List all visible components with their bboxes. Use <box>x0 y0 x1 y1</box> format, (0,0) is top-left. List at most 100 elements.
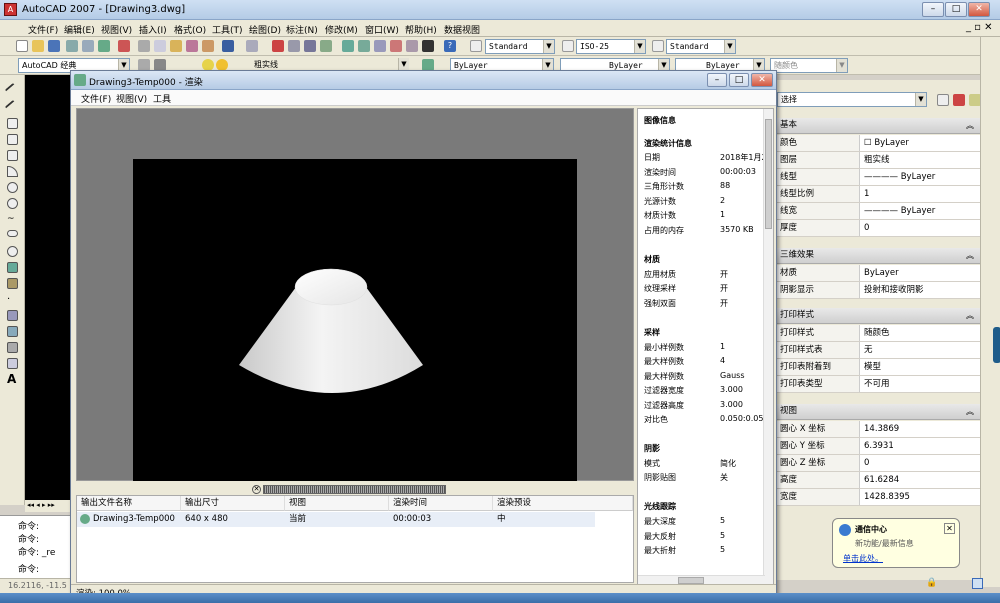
prop-row[interactable]: 打印表附着到 模型 <box>777 359 980 376</box>
menu-edit[interactable]: 编辑(E) <box>64 23 95 36</box>
menu-draw[interactable]: 绘图(D) <box>249 23 281 36</box>
collapse-icon[interactable]: ︽ <box>966 308 974 323</box>
col-header[interactable]: 渲染时间 <box>389 496 493 511</box>
zoom-previous-icon[interactable] <box>320 40 332 52</box>
match-prop-icon[interactable] <box>186 40 198 52</box>
prop-row[interactable]: 打印表类型 不可用 <box>777 376 980 393</box>
insert-block-icon[interactable] <box>7 262 18 273</box>
layout-tabs[interactable]: ◂◂ ◂ ▸ ▸▸ <box>25 500 75 512</box>
prop-row[interactable]: 圆心 X 坐标 14.3869 <box>777 421 980 438</box>
render-minimize-button[interactable]: – <box>707 73 727 87</box>
doc-minimize-icon[interactable]: _ ▫ ✕ <box>966 22 993 33</box>
prop-row[interactable]: 线宽 ———— ByLayer <box>777 203 980 220</box>
polyline-icon[interactable] <box>7 118 18 129</box>
point-icon[interactable]: · <box>7 294 18 305</box>
section-general[interactable]: 基本 ︽ <box>777 118 980 134</box>
text-style-select[interactable]: Standard ▼ <box>485 39 555 54</box>
command-prompt[interactable]: 命令: <box>18 562 39 575</box>
collapse-icon[interactable]: ︽ <box>966 118 974 133</box>
construction-line-icon[interactable] <box>4 99 21 116</box>
menu-help[interactable]: 帮助(H) <box>405 23 437 36</box>
gradient-icon[interactable] <box>7 326 18 337</box>
markup-icon[interactable] <box>406 40 418 52</box>
prop-row[interactable]: 颜色 ☐ ByLayer <box>777 135 980 152</box>
collapse-icon[interactable]: ︽ <box>966 404 974 419</box>
prop-row[interactable]: 宽度 1428.8395 <box>777 489 980 506</box>
make-block-icon[interactable] <box>7 278 18 289</box>
lock-icon[interactable]: 🔒 <box>926 578 937 588</box>
prop-row[interactable]: 厚度 0 <box>777 220 980 237</box>
design-center-icon[interactable] <box>358 40 370 52</box>
render-maximize-button[interactable]: □ <box>729 73 749 87</box>
info-scrollbar[interactable] <box>763 109 773 585</box>
notification-link[interactable]: 单击此处。 <box>843 553 883 564</box>
cancel-render-icon[interactable]: ✕ <box>252 485 261 494</box>
menu-window[interactable]: 窗口(W) <box>365 23 399 36</box>
open-icon[interactable] <box>32 40 44 52</box>
section-plotstyle[interactable]: 打印样式 ︽ <box>777 308 980 324</box>
table-style-select[interactable]: Standard ▼ <box>666 39 736 54</box>
properties-icon[interactable] <box>342 40 354 52</box>
prop-row[interactable]: 圆心 Y 坐标 6.3931 <box>777 438 980 455</box>
menu-tools[interactable]: 工具(T) <box>212 23 243 36</box>
revcloud-icon[interactable] <box>7 198 18 209</box>
menu-dataview[interactable]: 数据视图 <box>444 23 480 36</box>
arc-icon[interactable] <box>7 166 18 177</box>
col-header[interactable]: 输出文件名称 <box>77 496 181 511</box>
menu-format[interactable]: 格式(O) <box>174 23 206 36</box>
block-editor-icon[interactable] <box>202 40 214 52</box>
toggle-pickadd-icon[interactable] <box>937 94 949 106</box>
table-icon[interactable] <box>7 358 18 369</box>
command-window[interactable]: 命令: 命令: 命令: _re 命令: <box>0 515 75 580</box>
prop-row[interactable]: 阴影显示 投射和接收阴影 <box>777 282 980 299</box>
prop-row[interactable]: 材质 ByLayer <box>777 265 980 282</box>
save-icon[interactable] <box>48 40 60 52</box>
prop-row[interactable]: 高度 61.6284 <box>777 472 980 489</box>
close-icon[interactable]: ✕ <box>944 523 955 534</box>
section-3d[interactable]: 三维效果 ︽ <box>777 248 980 264</box>
menu-file[interactable]: 文件(F) <box>28 23 58 36</box>
sheetset-icon[interactable] <box>390 40 402 52</box>
tool-palettes-icon[interactable] <box>374 40 386 52</box>
render-close-button[interactable]: ✕ <box>751 73 773 87</box>
prop-row[interactable]: 线型 ———— ByLayer <box>777 169 980 186</box>
prop-row[interactable]: 打印样式 随颜色 <box>777 325 980 342</box>
region-icon[interactable] <box>7 342 18 353</box>
clean-screen-icon[interactable] <box>972 578 983 589</box>
col-header[interactable]: 视图 <box>285 496 389 511</box>
paste-icon[interactable] <box>170 40 182 52</box>
render-menu-view[interactable]: 视图(V) <box>116 92 147 105</box>
publish-icon[interactable] <box>98 40 110 52</box>
palette-handle[interactable] <box>993 327 1000 363</box>
close-button[interactable]: ✕ <box>968 2 990 17</box>
line-icon[interactable] <box>4 82 21 99</box>
3d-dwf-icon[interactable] <box>118 40 130 52</box>
render-menu-tools[interactable]: 工具 <box>153 92 171 105</box>
spline-icon[interactable]: ~ <box>7 214 18 225</box>
polygon-icon[interactable] <box>7 134 18 145</box>
circle-icon[interactable] <box>7 182 18 193</box>
prop-row[interactable]: 打印样式表无 <box>777 342 980 359</box>
menu-view[interactable]: 视图(V) <box>101 23 132 36</box>
minimize-button[interactable]: – <box>922 2 944 17</box>
copy-icon[interactable] <box>154 40 166 52</box>
collapse-icon[interactable]: ︽ <box>966 248 974 263</box>
redo-icon[interactable] <box>246 40 258 52</box>
prop-row[interactable]: 线型比例 1 <box>777 186 980 203</box>
ellipse-arc-icon[interactable] <box>7 246 18 257</box>
menu-dimension[interactable]: 标注(N) <box>286 23 318 36</box>
tab-nav-arrows-icon[interactable]: ◂◂ ◂ ▸ ▸▸ <box>27 501 55 509</box>
new-icon[interactable] <box>16 40 28 52</box>
notification-balloon[interactable]: 通信中心 ✕ 新功能/最新信息 单击此处。 <box>832 518 960 568</box>
rectangle-icon[interactable] <box>7 150 18 161</box>
hscroll-thumb[interactable] <box>678 577 704 584</box>
dim-style-select[interactable]: ISO-25 ▼ <box>576 39 646 54</box>
zoom-window-icon[interactable] <box>304 40 316 52</box>
prop-row[interactable]: 圆心 Z 坐标 0 <box>777 455 980 472</box>
scroll-thumb[interactable] <box>765 119 772 229</box>
render-viewport[interactable] <box>76 108 634 491</box>
select-objects-icon[interactable] <box>953 94 965 106</box>
menu-insert[interactable]: 插入(I) <box>139 23 167 36</box>
zoom-realtime-icon[interactable] <box>288 40 300 52</box>
menu-modify[interactable]: 修改(M) <box>325 23 358 36</box>
